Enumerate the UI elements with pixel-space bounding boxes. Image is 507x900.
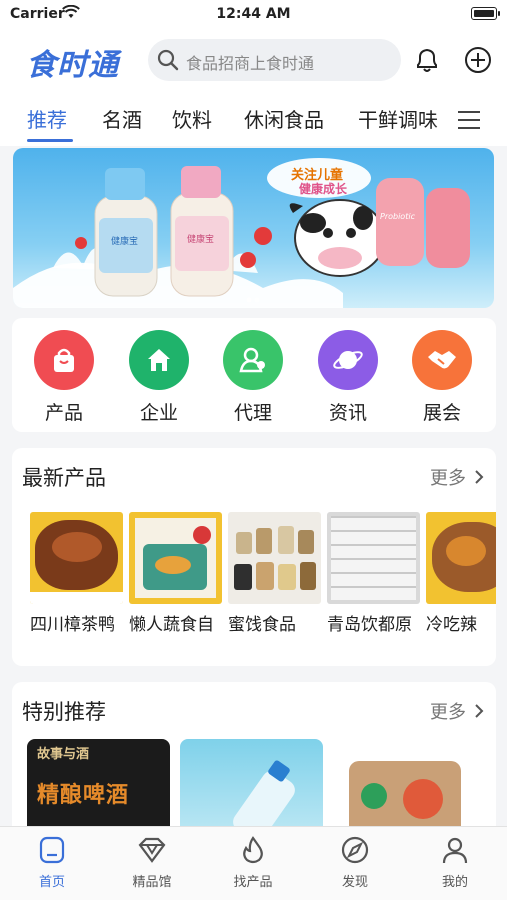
profile-icon [442, 837, 468, 864]
chevron-right-icon [475, 470, 484, 484]
product-name: 蜜饯食品 [228, 615, 296, 635]
beer-title-text: 精酿啤酒 [37, 783, 130, 808]
home-icon [129, 330, 189, 390]
search-icon [157, 49, 179, 71]
special-recommend-section: 特别推荐 更多 故事与酒 精酿啤酒 [12, 682, 496, 826]
home-tab-icon [39, 836, 65, 864]
app-header: 食时通 食品招商上食时通 [0, 30, 507, 90]
section-title: 最新产品 [22, 466, 106, 490]
bottom-tab-bar: 首页 精品馆 找产品 发现 我的 [0, 826, 507, 900]
tab-label: 我的 [441, 875, 468, 890]
bag-icon [34, 330, 94, 390]
product-card[interactable]: 冷吃辣 [426, 512, 496, 635]
beer-brand-text: 故事与酒 [37, 747, 90, 762]
active-tab-indicator [27, 139, 73, 142]
more-label: 更多 [430, 702, 466, 723]
more-link[interactable]: 更多 [430, 464, 484, 490]
special-item-beer[interactable]: 故事与酒 精酿啤酒 [27, 739, 170, 826]
tab-liquor[interactable]: 名酒 [102, 104, 142, 133]
agent-icon [223, 330, 283, 390]
tab-boutique[interactable]: 精品馆 [117, 835, 187, 890]
search-placeholder: 食品招商上食时通 [186, 54, 315, 73]
tab-label: 精品馆 [132, 875, 172, 890]
banner-probiotic-label: Probiotic [380, 212, 415, 221]
product-image [327, 512, 420, 604]
clock: 12:44 AM [216, 6, 291, 22]
tab-find-products[interactable]: 找产品 [218, 835, 288, 890]
quick-nav-agency[interactable]: 代理 [213, 330, 293, 425]
quick-nav-products[interactable]: 产品 [24, 330, 104, 425]
product-card[interactable]: 懒人蔬食自 [129, 512, 222, 635]
handshake-icon [412, 330, 472, 390]
quick-nav-label: 产品 [44, 402, 83, 424]
product-image [129, 512, 222, 604]
tab-label: 找产品 [233, 875, 273, 890]
quick-nav-companies[interactable]: 企业 [119, 330, 199, 425]
product-name: 四川樟茶鸭 [30, 615, 115, 635]
tab-home[interactable]: 首页 [17, 835, 87, 890]
special-item-drink[interactable] [180, 739, 323, 826]
tab-seasoning[interactable]: 干鲜调味 [358, 104, 438, 133]
more-label: 更多 [430, 468, 466, 489]
bell-icon[interactable] [414, 46, 440, 74]
product-card[interactable]: 四川樟茶鸭 [30, 512, 123, 635]
product-card[interactable]: 蜜饯食品 [228, 512, 321, 635]
banner-bottle-label: 健康宝 [111, 237, 139, 247]
discover-icon [341, 836, 369, 864]
banner-illustration [13, 158, 470, 308]
battery-icon [471, 7, 500, 20]
more-link[interactable]: 更多 [430, 698, 484, 724]
tab-fade [433, 90, 459, 146]
banner-slogan-bottom: 健康成长 [299, 182, 348, 196]
quick-nav-expo[interactable]: 展会 [402, 330, 482, 425]
banner-bottle-label-2: 健康宝 [187, 235, 215, 245]
category-tabs: 推荐 名酒 饮料 休闲食品 干鲜调味 [0, 90, 507, 146]
tab-label: 发现 [341, 875, 368, 890]
diamond-icon [138, 837, 166, 863]
product-name: 懒人蔬食自 [129, 615, 214, 635]
tab-recommend[interactable]: 推荐 [27, 104, 67, 133]
promo-banner[interactable]: 关注儿童 健康成长 健康宝 健康宝 Probiotic [13, 148, 494, 308]
menu-icon[interactable] [457, 110, 481, 130]
app-logo: 食时通 [26, 48, 119, 83]
flame-icon [243, 836, 263, 864]
product-card[interactable]: 青岛饮都原 [327, 512, 420, 635]
quick-nav: 产品 企业 代理 资讯 展会 [12, 318, 496, 432]
add-icon[interactable] [464, 46, 492, 74]
product-name: 冷吃辣 [426, 615, 477, 635]
quick-nav-news[interactable]: 资讯 [308, 330, 388, 425]
status-bar: Carrier 12:44 AM [0, 0, 507, 30]
planet-icon [318, 330, 378, 390]
tab-snacks[interactable]: 休闲食品 [244, 104, 324, 133]
tab-label: 首页 [38, 875, 65, 890]
quick-nav-label: 企业 [139, 402, 178, 424]
product-image [228, 512, 321, 604]
section-title: 特别推荐 [22, 700, 106, 724]
search-bar[interactable]: 食品招商上食时通 [148, 39, 401, 81]
special-item-snack[interactable] [333, 739, 476, 826]
quick-nav-label: 展会 [422, 402, 461, 424]
product-image [30, 512, 123, 604]
tab-drinks[interactable]: 饮料 [172, 104, 212, 133]
product-image [426, 512, 496, 604]
chevron-right-icon [475, 704, 484, 718]
latest-products-section: 最新产品 更多 四川樟茶鸭 懒人蔬食自 蜜饯食品 青岛饮都原 冷吃辣 [12, 448, 496, 666]
quick-nav-label: 资讯 [328, 402, 367, 424]
quick-nav-label: 代理 [233, 402, 272, 424]
tab-discover[interactable]: 发现 [320, 835, 390, 890]
tab-mine[interactable]: 我的 [420, 835, 490, 890]
product-name: 青岛饮都原 [327, 615, 412, 635]
